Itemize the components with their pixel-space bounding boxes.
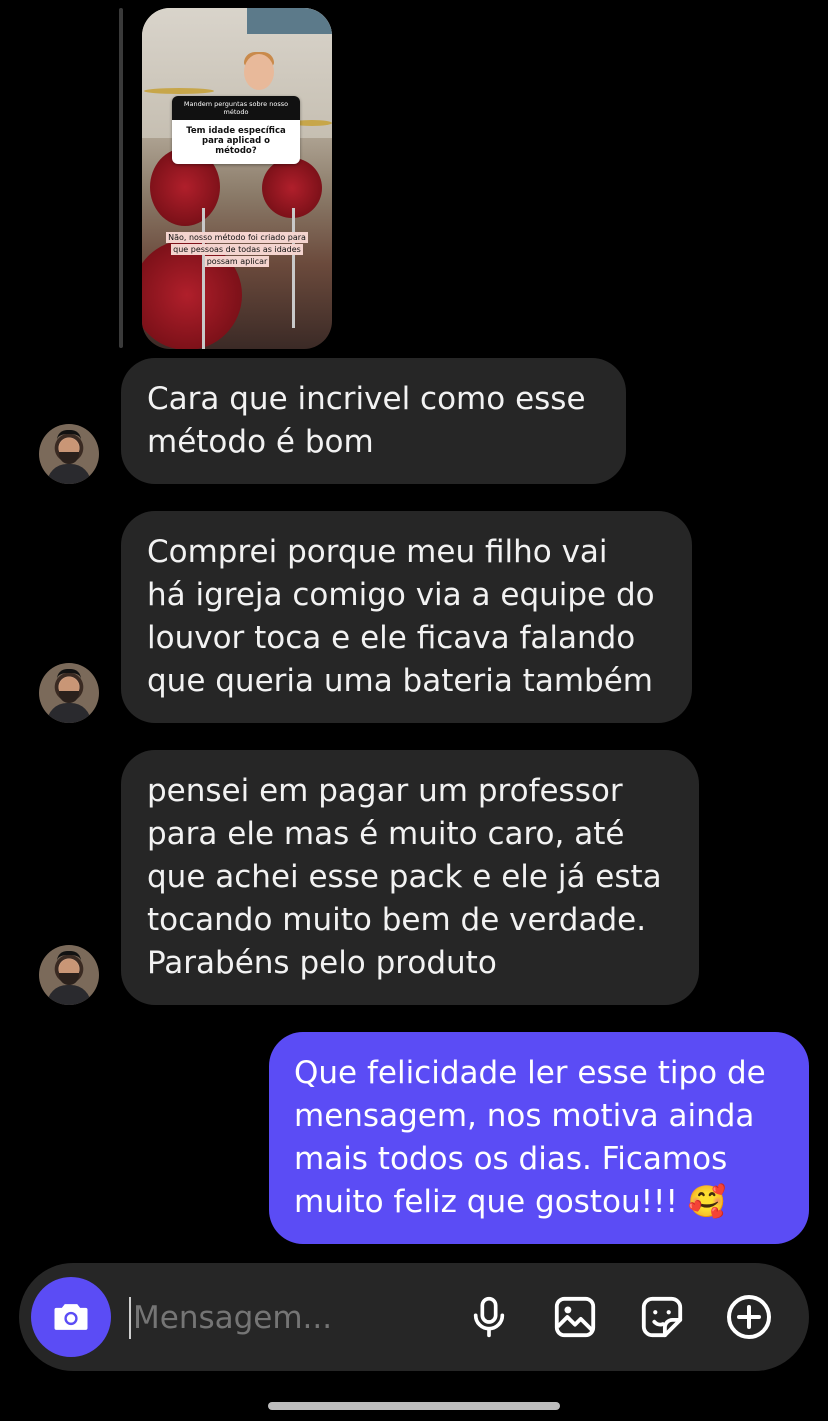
microphone-button[interactable] xyxy=(465,1293,513,1341)
avatar-shirt xyxy=(47,464,91,484)
gallery-icon xyxy=(554,1296,596,1338)
add-button[interactable] xyxy=(725,1293,773,1341)
reply-indicator-bar xyxy=(119,8,123,348)
avatar-beard xyxy=(59,691,79,703)
wall-art xyxy=(247,8,332,34)
outgoing-message-bubble[interactable]: Que felicidade ler esse tipo de mensagem… xyxy=(269,1032,809,1244)
incoming-message-bubble[interactable]: Comprei porque meu filho vai há igreja c… xyxy=(121,511,692,723)
story-reply-preview[interactable]: Mandem perguntas sobre nosso método Tem … xyxy=(142,8,332,349)
drum-stand xyxy=(202,208,205,349)
sticker-icon xyxy=(641,1296,683,1338)
camera-button[interactable] xyxy=(31,1277,111,1357)
avatar-headband xyxy=(57,669,81,683)
avatar-beard xyxy=(59,973,79,985)
gallery-button[interactable] xyxy=(551,1293,599,1341)
avatar-shirt xyxy=(47,985,91,1005)
question-header: Mandem perguntas sobre nosso método xyxy=(172,96,300,120)
message-composer xyxy=(19,1263,809,1371)
story-answer: Não, nosso método foi criado para que pe… xyxy=(164,232,310,268)
question-text: Tem idade específica para aplicad o méto… xyxy=(172,120,300,164)
add-icon xyxy=(727,1295,771,1339)
avatar-headband xyxy=(57,951,81,965)
drum-stand xyxy=(292,208,295,328)
home-indicator xyxy=(268,1402,560,1410)
message-input[interactable] xyxy=(131,1293,455,1343)
cymbal xyxy=(144,88,214,94)
story-person-face xyxy=(244,54,274,90)
avatar[interactable] xyxy=(39,945,99,1005)
story-question-sticker: Mandem perguntas sobre nosso método Tem … xyxy=(172,96,300,164)
incoming-message-bubble[interactable]: pensei em pagar um professor para ele ma… xyxy=(121,750,699,1005)
avatar-beard xyxy=(59,452,79,464)
incoming-message-bubble[interactable]: Cara que incrivel como esse método é bom xyxy=(121,358,626,484)
microphone-icon xyxy=(473,1296,505,1338)
camera-icon xyxy=(54,1304,88,1330)
sticker-button[interactable] xyxy=(638,1293,686,1341)
avatar-headband xyxy=(57,430,81,444)
avatar-shirt xyxy=(47,703,91,723)
avatar[interactable] xyxy=(39,663,99,723)
story-answer-text: Não, nosso método foi criado para que pe… xyxy=(166,232,308,267)
avatar[interactable] xyxy=(39,424,99,484)
